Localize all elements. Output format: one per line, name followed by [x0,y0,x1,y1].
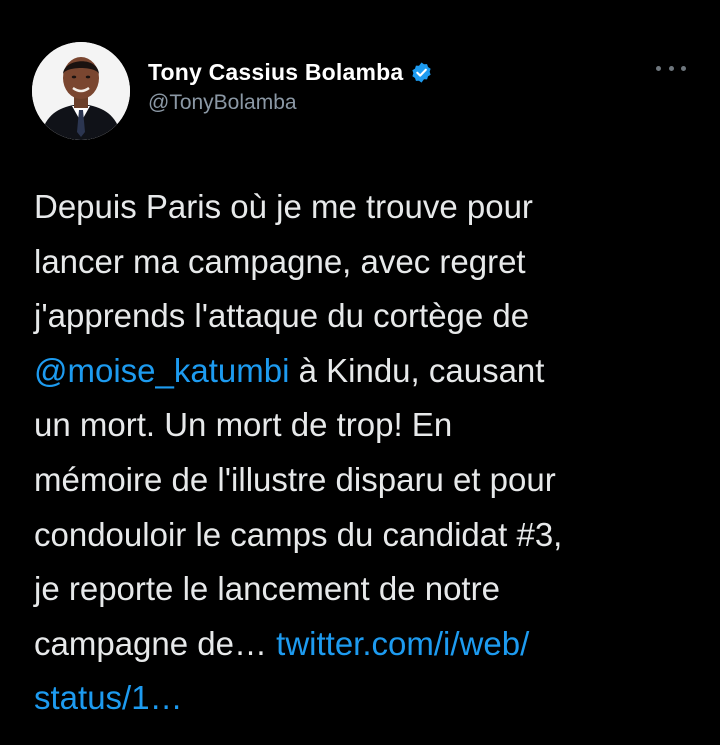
tweet-text-line: Depuis Paris où je me trouve pour [34,188,533,225]
tweet-text-line: status/1… [34,671,694,726]
tweet-text-line: je reporte le lancement de notre [34,570,500,608]
url-link[interactable]: twitter.com/i/web/ [276,625,529,662]
tweet-text-line: campagne de… twitter.com/i/web/ [34,617,694,672]
tweet-text-line: un mort. Un mort de trop! En [34,406,453,444]
more-dot [681,65,686,71]
author-display-name[interactable]: Tony Cassius Bolamba [148,59,403,86]
author-name-row: Tony Cassius Bolamba [148,57,433,87]
tweet-text-fragment: à Kindu, causant [289,351,545,389]
tweet-text: Depuis Paris où je me trouve pour lancer… [34,180,694,726]
author-handle[interactable]: @TonyBolamba [148,91,297,115]
avatar-photo-icon [32,42,130,140]
tweet-text-line: lancer ma campagne, avec regret [34,242,526,280]
mention-link[interactable]: @moise_katumbi [34,352,289,389]
more-dot [656,65,661,71]
tweet-text-line: j'apprends l'attaque du cortège de [34,297,530,335]
author-avatar[interactable] [32,42,130,140]
tweet-card: Tony Cassius Bolamba @TonyBolamba Depuis… [0,0,720,745]
more-dot [668,65,674,71]
more-options-icon[interactable] [656,58,686,78]
verified-badge-icon [410,61,433,84]
tweet-text-line: condouloir le camps du candidat #3, [34,515,563,553]
url-link-continued[interactable]: status/1… [34,679,183,716]
tweet-text-fragment: campagne de… [34,624,277,662]
tweet-text-line: mémoire de l'illustre disparu et pour [34,460,556,498]
tweet-text-line: @moise_katumbi à Kindu, causant [34,344,694,399]
